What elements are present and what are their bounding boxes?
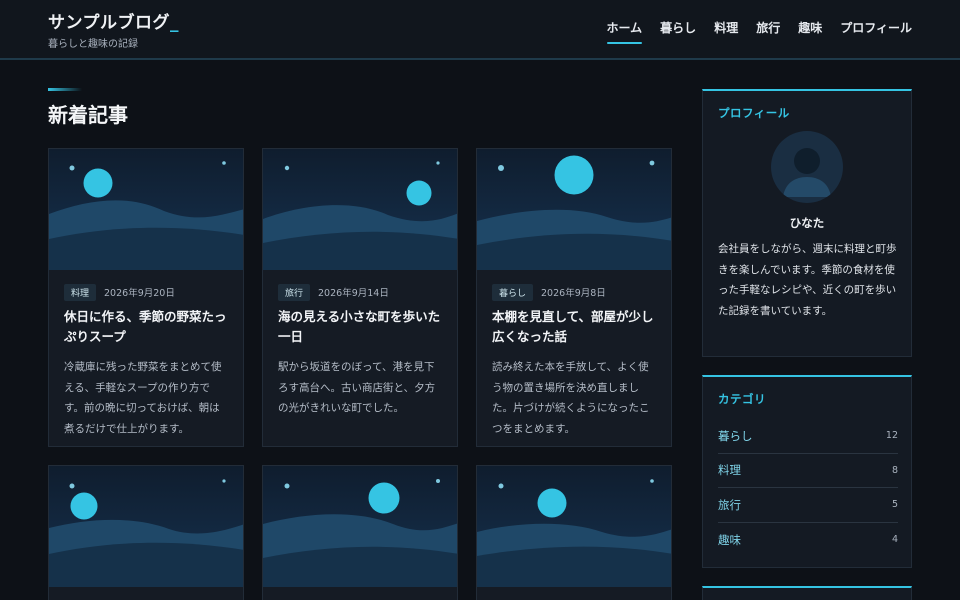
post-card[interactable]: 料理 2026年9月20日 休日に作る、季節の野菜たっぷりスープ 冷蔵庫に残った… xyxy=(48,148,244,447)
post-card[interactable]: 旅行 2026年9月14日 海の見える小さな町を歩いた一日 駅から坂道をのぼって… xyxy=(262,148,458,447)
category-name[interactable]: 暮らし xyxy=(718,428,753,444)
post-title[interactable]: 本棚を見直して、部屋が少し広くなった話 xyxy=(492,307,656,347)
category-widget: カテゴリ 暮らし 12 料理 8 旅行 5 趣味 4 xyxy=(702,375,912,568)
post-card[interactable] xyxy=(48,465,244,600)
post-excerpt: 駅から坂道をのぼって、港を見下ろす高台へ。古い商店街と、夕方の光がきれいな町でし… xyxy=(278,361,436,414)
category-item-travel[interactable]: 旅行 5 xyxy=(718,488,898,523)
category-heading: カテゴリ xyxy=(718,392,766,406)
profile-heading: プロフィール xyxy=(718,106,790,120)
category-item-cooking[interactable]: 料理 8 xyxy=(718,454,898,488)
post-excerpt: 読み終えた本を手放して、よく使う物の置き場所を決め直しました。片づけが続くように… xyxy=(492,361,650,435)
category-count: 8 xyxy=(891,464,898,476)
post-excerpt: 冷蔵庫に残った野菜をまとめて使える、手軽なスープの作り方です。前の晩に切っておけ… xyxy=(64,361,222,435)
post-category-badge[interactable]: 暮らし xyxy=(492,283,534,301)
category-name[interactable]: 趣味 xyxy=(718,532,741,548)
post-card[interactable] xyxy=(476,465,672,600)
post-date: 2026年9月14日 xyxy=(318,288,389,299)
post-category-badge[interactable]: 旅行 xyxy=(278,283,311,301)
site-header: サンプルブログ_ 暮らしと趣味の記録 ホーム 暮らし 料理 旅行 趣味 プロフィ… xyxy=(0,0,960,60)
post-title[interactable]: 海の見える小さな町を歩いた一日 xyxy=(278,307,442,347)
category-count: 12 xyxy=(885,430,898,442)
category-count: 4 xyxy=(891,534,898,546)
category-item-hobby[interactable]: 趣味 4 xyxy=(718,523,898,558)
section-title: 新着記事 xyxy=(48,103,128,127)
post-thumbnail-image xyxy=(477,149,671,270)
category-list: 暮らし 12 料理 8 旅行 5 趣味 4 xyxy=(718,419,898,557)
section-accent-line xyxy=(48,88,82,91)
category-name[interactable]: 旅行 xyxy=(718,497,741,513)
site-title[interactable]: サンプルブログ_ xyxy=(48,8,179,33)
category-count: 5 xyxy=(891,499,898,511)
post-date: 2026年9月8日 xyxy=(541,288,606,299)
nav-item-profile[interactable]: プロフィール xyxy=(840,19,912,44)
user-avatar-icon[interactable] xyxy=(771,131,843,203)
category-item-living[interactable]: 暮らし 12 xyxy=(718,419,898,454)
title-cursor: _ xyxy=(170,13,179,33)
post-category-badge[interactable]: 料理 xyxy=(64,283,97,301)
post-thumbnail-image xyxy=(263,149,457,270)
profile-widget: プロフィール ひなた 会社員をしながら、週末に料理と町歩きを楽しんでいます。季節… xyxy=(702,89,912,357)
nav-item-living[interactable]: 暮らし xyxy=(660,19,696,44)
site-tagline: 暮らしと趣味の記録 xyxy=(48,39,138,50)
profile-name: ひなた xyxy=(789,216,825,230)
post-thumbnail-image xyxy=(477,466,671,587)
post-card[interactable]: 暮らし 2026年9月8日 本棚を見直して、部屋が少し広くなった話 読み終えた本… xyxy=(476,148,672,447)
post-title[interactable]: 休日に作る、季節の野菜たっぷりスープ xyxy=(64,307,228,347)
post-card[interactable] xyxy=(262,465,458,600)
post-thumbnail-image xyxy=(49,149,243,270)
post-thumbnail-image xyxy=(49,466,243,587)
site-title-text: サンプルブログ xyxy=(48,13,170,33)
nav-item-home[interactable]: ホーム xyxy=(606,19,642,44)
post-date: 2026年9月20日 xyxy=(104,288,175,299)
category-name[interactable]: 料理 xyxy=(718,462,741,478)
profile-bio: 会社員をしながら、週末に料理と町歩きを楽しんでいます。季節の食材を使った手軽なレ… xyxy=(718,243,897,317)
nav-item-hobby[interactable]: 趣味 xyxy=(798,19,822,44)
nav-item-cooking[interactable]: 料理 xyxy=(714,19,738,44)
sidebar-widget-partial xyxy=(702,586,912,600)
nav-item-travel[interactable]: 旅行 xyxy=(756,19,780,44)
post-thumbnail-image xyxy=(263,466,457,587)
main-nav: ホーム 暮らし 料理 旅行 趣味 プロフィール xyxy=(606,19,912,44)
